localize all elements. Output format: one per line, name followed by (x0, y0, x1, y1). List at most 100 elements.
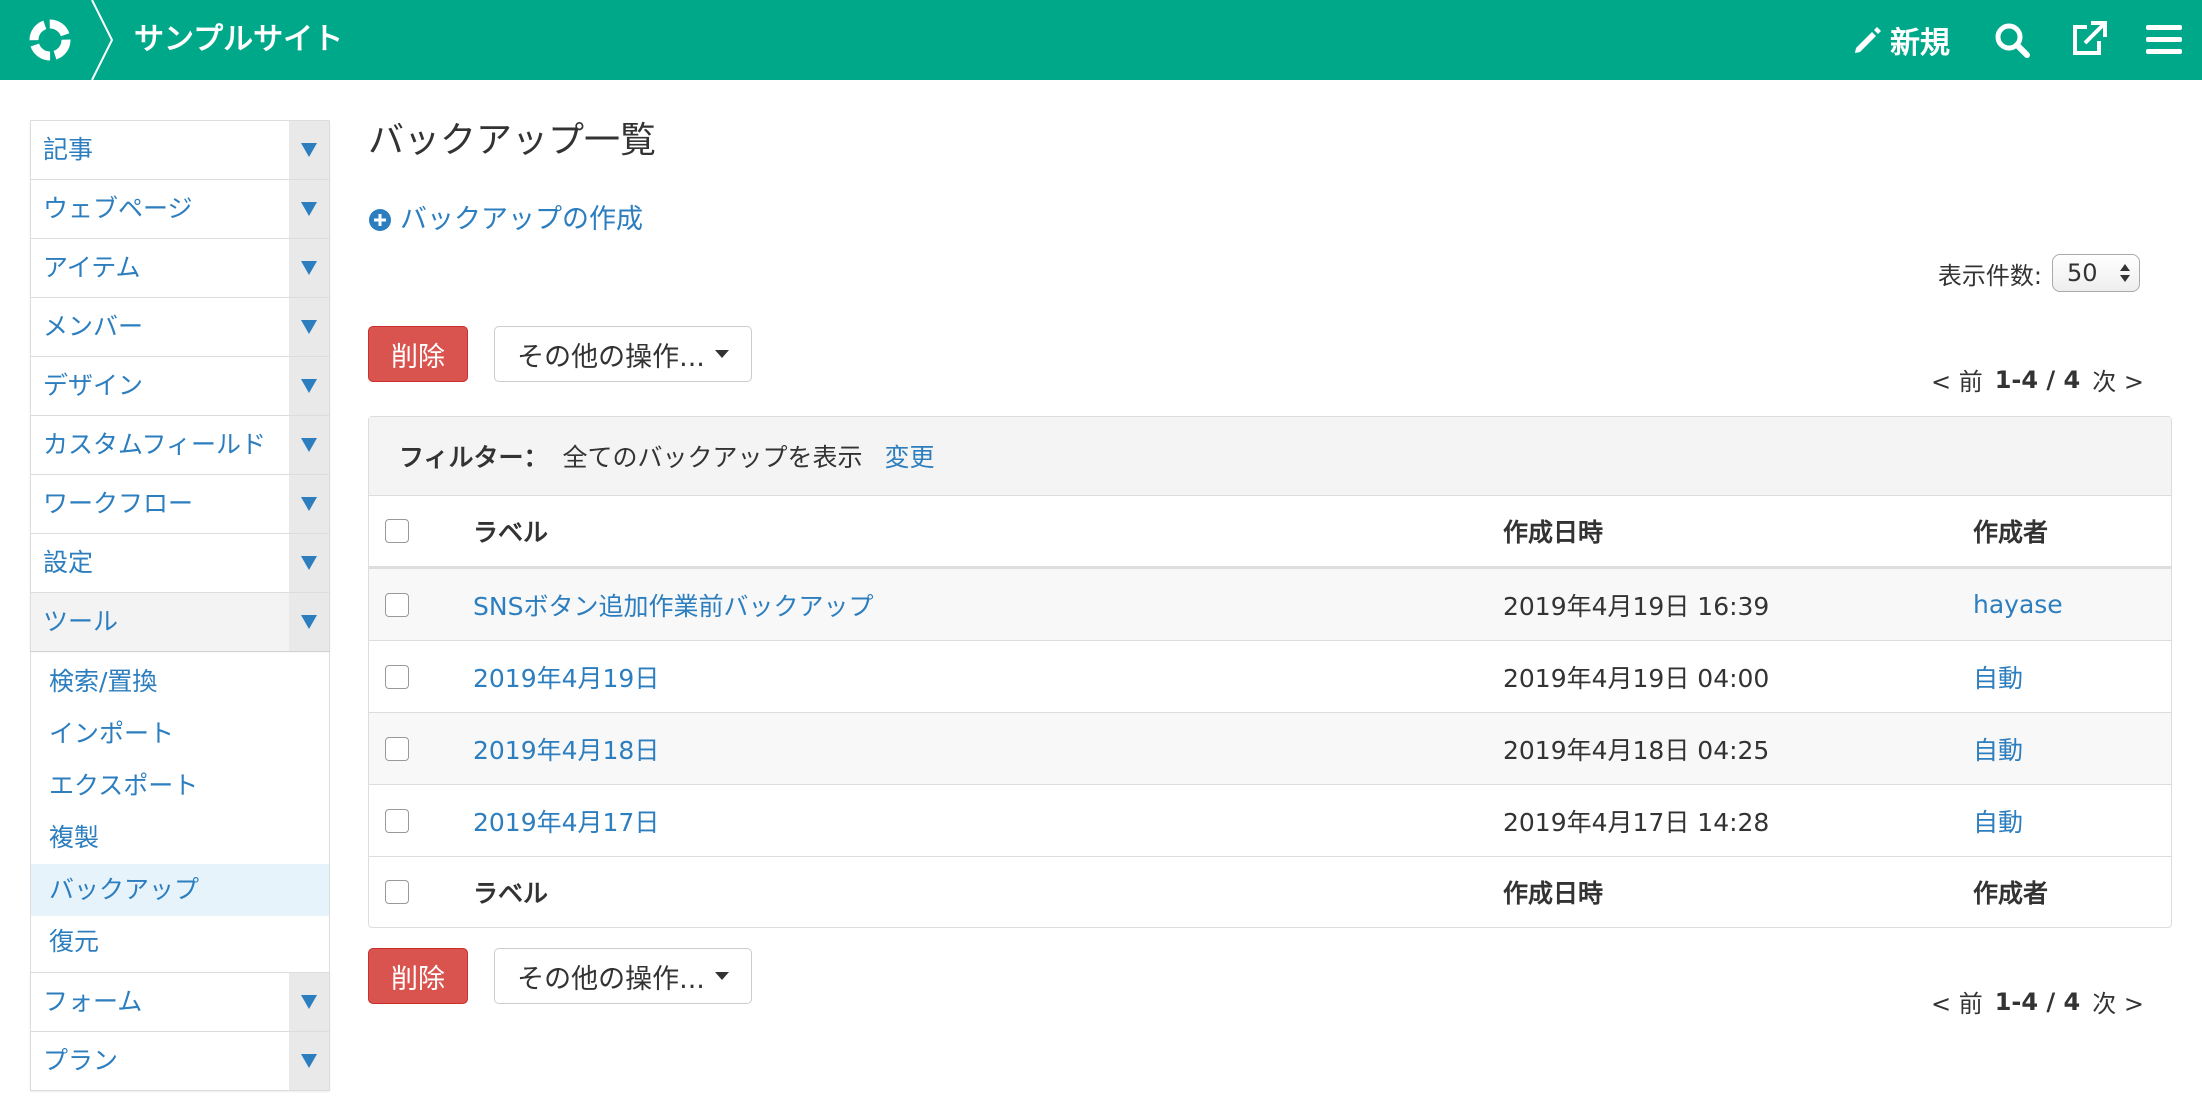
backup-date: 2019年4月19日 04:00 (1503, 640, 1973, 713)
submenu-item-clone[interactable]: 複製 (31, 812, 329, 864)
new-button[interactable]: 新規 (1852, 18, 1950, 62)
more-actions-label: その他の操作... (517, 963, 705, 995)
sidebar-item-design[interactable]: デザイン (30, 356, 330, 415)
updown-arrows-icon (2120, 264, 2130, 282)
row-checkbox[interactable] (385, 664, 409, 689)
next-page-link[interactable]: 次 > (2092, 984, 2144, 1019)
sidebar-item-workflow[interactable]: ワークフロー (30, 474, 330, 533)
prev-page-link[interactable]: < 前 (1931, 362, 1983, 397)
sidebar-item-label: フォーム (43, 987, 143, 1016)
sidebar-item-items[interactable]: アイテム (30, 238, 330, 297)
table-header-row: ラベル 作成日時 作成者 (369, 496, 2171, 569)
backup-label-link[interactable]: 2019年4月18日 (473, 736, 659, 765)
logo-icon[interactable] (22, 14, 78, 66)
breadcrumb-separator-icon (91, 0, 114, 80)
sidebar-item-label: 記事 (43, 135, 94, 164)
filter-bar: フィルター： 全てのバックアップを表示 変更 (369, 417, 2171, 496)
more-actions-button-bottom[interactable]: その他の操作... (494, 948, 752, 1004)
pagination-bottom: < 前 1-4 / 4 次 > (1931, 984, 2144, 1019)
row-checkbox[interactable] (385, 808, 409, 833)
next-page-link[interactable]: 次 > (2092, 362, 2144, 397)
pencil-icon (1855, 27, 1881, 53)
triangle-down-icon[interactable] (289, 1032, 329, 1090)
filter-value: 全てのバックアップを表示 (562, 443, 863, 472)
backup-author-link[interactable]: 自動 (1973, 736, 2023, 765)
sidebar-item-label: メンバー (43, 312, 144, 341)
triangle-down-icon[interactable] (289, 534, 329, 592)
backup-label-link[interactable]: 2019年4月19日 (473, 664, 659, 693)
select-all-checkbox-footer[interactable] (385, 880, 409, 904)
column-footer-label: ラベル (473, 856, 1503, 927)
sidebar-item-label: 設定 (43, 548, 94, 577)
triangle-down-icon[interactable] (289, 593, 329, 651)
row-checkbox[interactable] (385, 592, 409, 617)
sidebar-item-forms[interactable]: フォーム (30, 972, 330, 1031)
sidebar-item-tools[interactable]: ツール (30, 592, 330, 651)
per-page-select[interactable]: 50 (2052, 254, 2140, 292)
per-page-value: 50 (2067, 259, 2098, 287)
external-link-icon[interactable] (2064, 16, 2112, 64)
column-header-author[interactable]: 作成者 (1973, 496, 2171, 569)
table-row: 2019年4月17日 2019年4月17日 14:28 自動 (369, 784, 2171, 857)
backup-label-link[interactable]: 2019年4月17日 (473, 808, 659, 837)
backup-author-link[interactable]: 自動 (1973, 664, 2023, 693)
create-backup-link[interactable]: バックアップの作成 (368, 200, 643, 240)
filter-change-link[interactable]: 変更 (885, 438, 935, 474)
sidebar-item-members[interactable]: メンバー (30, 297, 330, 356)
sidebar-item-label: アイテム (43, 253, 141, 282)
more-actions-label: その他の操作... (517, 341, 705, 373)
triangle-down-icon[interactable] (289, 298, 329, 356)
triangle-down-icon[interactable] (289, 121, 329, 179)
submenu-item-restore[interactable]: 復元 (31, 916, 329, 968)
table-row: SNSボタン追加作業前バックアップ 2019年4月19日 16:39 hayas… (369, 567, 2171, 641)
create-backup-label: バックアップの作成 (400, 204, 643, 235)
sidebar-item-plans[interactable]: プラン (30, 1031, 330, 1091)
page-title: バックアップ一覧 (368, 120, 657, 161)
triangle-down-icon[interactable] (289, 239, 329, 297)
triangle-down-icon[interactable] (289, 180, 329, 238)
sidebar-item-entries[interactable]: 記事 (30, 120, 330, 179)
filter-label: フィルター： (399, 443, 549, 472)
backup-label-link[interactable]: SNSボタン追加作業前バックアップ (473, 592, 873, 621)
triangle-down-icon[interactable] (289, 416, 329, 474)
page-range: 1-4 / 4 (1994, 987, 2081, 1016)
submenu-item-export[interactable]: エクスポート (31, 760, 329, 812)
triangle-down-icon[interactable] (289, 475, 329, 533)
sidebar-item-settings[interactable]: 設定 (30, 533, 330, 592)
delete-button-bottom[interactable]: 削除 (368, 948, 468, 1004)
backup-list-panel: フィルター： 全てのバックアップを表示 変更 ラベル 作成日時 作成者 SNSボ… (368, 416, 2172, 928)
sidebar-item-label: カスタムフィールド (43, 430, 267, 459)
sidebar: 記事 ウェブページ アイテム メンバー デザイン カスタムフィールド ワークフロ… (30, 120, 330, 1091)
caret-down-icon (714, 350, 729, 358)
backup-date: 2019年4月18日 04:25 (1503, 712, 1973, 785)
sidebar-item-webpages[interactable]: ウェブページ (30, 179, 330, 238)
column-header-label[interactable]: ラベル (473, 496, 1503, 569)
delete-button-top[interactable]: 削除 (368, 326, 468, 382)
search-icon[interactable] (1988, 16, 2036, 64)
site-name[interactable]: サンプルサイト (134, 18, 343, 62)
sidebar-item-label: ワークフロー (43, 489, 194, 518)
table-row: 2019年4月19日 2019年4月19日 04:00 自動 (369, 640, 2171, 713)
per-page-label: 表示件数: (1937, 261, 2042, 290)
backup-author-link[interactable]: hayase (1973, 590, 2063, 619)
sidebar-item-label: デザイン (43, 371, 144, 400)
per-page-control: 表示件数: 50 (1938, 254, 2140, 292)
backup-author-link[interactable]: 自動 (1973, 808, 2023, 837)
sidebar-item-custom-fields[interactable]: カスタムフィールド (30, 415, 330, 474)
triangle-down-icon[interactable] (289, 973, 329, 1031)
menu-icon[interactable] (2140, 16, 2188, 64)
prev-page-link[interactable]: < 前 (1931, 984, 1983, 1019)
column-header-date[interactable]: 作成日時 (1503, 496, 1973, 569)
row-checkbox[interactable] (385, 736, 409, 761)
sidebar-item-label: プラン (43, 1046, 119, 1075)
submenu-item-search-replace[interactable]: 検索/置換 (31, 656, 329, 708)
backup-date: 2019年4月17日 14:28 (1503, 784, 1973, 857)
backup-date: 2019年4月19日 16:39 (1503, 567, 1973, 641)
more-actions-button-top[interactable]: その他の操作... (494, 326, 752, 382)
new-button-label: 新規 (1890, 26, 1950, 61)
triangle-down-icon[interactable] (289, 357, 329, 415)
column-footer-date: 作成日時 (1503, 856, 1973, 927)
select-all-checkbox[interactable] (385, 519, 409, 543)
submenu-item-backup[interactable]: バックアップ (31, 864, 329, 916)
submenu-item-import[interactable]: インポート (31, 708, 329, 760)
